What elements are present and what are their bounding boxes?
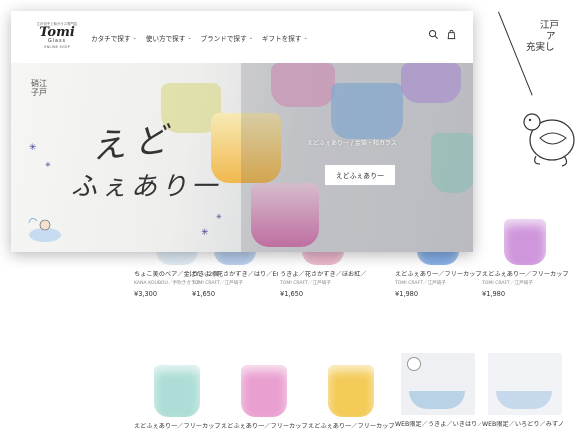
nav-label: カタチで探す (91, 35, 131, 43)
hero-calligraphy: えど ふぇあり一 (71, 113, 221, 203)
product-cup (504, 219, 546, 265)
hero-caption: えどふぇあり一 / 金箔・和ガラス (307, 140, 397, 147)
product-image[interactable] (395, 343, 481, 415)
logo-mark: Tomi (39, 25, 75, 40)
chevron-down-icon: ⌄ (187, 35, 192, 41)
nav-label: 使い方で探す (145, 35, 186, 43)
product-maker: TOMI CRAFT／江戸硝子 (395, 281, 446, 286)
main-nav: カタチで探す ⌄ 使い方で探す ⌄ ブランドで探す ⌄ ギフトを探す ⌄ (91, 33, 308, 43)
product-name[interactable]: WEB限定／いろどり／みずノ (482, 421, 568, 429)
chevron-down-icon: ⌄ (248, 35, 253, 41)
nav-item-brand[interactable]: ブランドで探す ⌄ (201, 33, 253, 43)
decorative-line (498, 11, 533, 96)
product-name[interactable]: うきよ／花さかずき／ほお紅／EG035-17 (280, 271, 366, 279)
hero-side-text: 硝江子戸 (31, 79, 47, 97)
product-card[interactable]: えどふぇあり一／フリーカップ (134, 345, 220, 431)
product-cup (328, 365, 374, 417)
nav-item-usage[interactable]: 使い方で探す ⌄ (146, 33, 192, 43)
product-name[interactable]: えどふぇあり一／フリーカップ (221, 423, 307, 431)
product-name[interactable]: うきよ／花さかずき／はり／EG035-04 (192, 271, 278, 279)
fairy-illustration (28, 217, 61, 242)
nav-label: ブランドで探す (200, 35, 247, 43)
logo-shop: ONLINE SHOP (43, 45, 71, 49)
background-heading: 江戸 ア 充実し (526, 20, 560, 53)
chevron-down-icon: ⌄ (132, 35, 137, 41)
product-cup (241, 365, 287, 417)
product-price: ¥1,980 (482, 290, 506, 298)
product-name[interactable]: WEB限定／うきよ／いきはり／ (395, 421, 481, 429)
product-card[interactable]: WEB限定／うきよ／いきはり／ (395, 343, 481, 429)
product-card[interactable]: えどふぇあり一／フリーカップ (308, 345, 394, 431)
nav-label: ギフトを探す (261, 35, 302, 43)
hero-overlay-shade (241, 63, 473, 252)
hero-brush-line1: えど (89, 119, 178, 168)
product-image[interactable] (482, 343, 568, 415)
cart-icon[interactable] (446, 29, 457, 40)
product-name[interactable]: えどふぇあり一／フリーカップ／てんて／EG034-19 (482, 271, 568, 279)
sparkle-icon: ✳ (216, 213, 222, 221)
sparkle-icon: ✳ (201, 228, 209, 238)
sparkle-icon: ✳ (29, 143, 37, 153)
product-price: ¥1,650 (280, 290, 304, 298)
product-card[interactable]: えどふぇあり一／フリーカップ／てんて／EG034-19 TOMI CRAFT／江… (482, 195, 568, 298)
product-card[interactable]: WEB限定／いろどり／みずノ (482, 343, 568, 429)
product-image[interactable] (134, 345, 220, 417)
bowl-shape (496, 391, 552, 409)
product-name[interactable]: えどふぇあり一／フリーカップ (308, 423, 394, 431)
product-price: ¥1,980 (395, 290, 419, 298)
product-image[interactable] (482, 195, 568, 265)
site-header: 江戸切子と和ガラス専門店 Tomi Glass ONLINE SHOP カタチで… (11, 11, 473, 63)
product-price: ¥1,650 (192, 290, 216, 298)
product-maker: TOMI CRAFT／江戸硝子 (192, 281, 243, 286)
chevron-down-icon: ⌄ (303, 35, 308, 41)
product-maker: TOMI CRAFT／江戸硝子 (482, 281, 533, 286)
product-cup (154, 365, 200, 417)
hero-banner[interactable]: 硝江子戸 えど ふぇあり一 ✳ ✳ ✳ ✳ えどふぇあり一 / 金箔・和ガラス … (11, 63, 473, 252)
hero-brush-line2: ふぇあり一 (71, 172, 222, 202)
site-logo[interactable]: 江戸切子と和ガラス専門店 Tomi Glass ONLINE SHOP (34, 21, 80, 55)
product-name[interactable]: えどふぇあり一／フリーカップ (134, 423, 220, 431)
product-name[interactable]: えどふぇあり一／フリーカップ／うみ色／EG034-15 (395, 271, 481, 279)
bowl-shape (409, 391, 465, 409)
nav-item-gift[interactable]: ギフトを探す ⌄ (262, 33, 308, 43)
product-card[interactable]: えどふぇあり一／フリーカップ (221, 345, 307, 431)
search-icon[interactable] (428, 29, 439, 40)
sparkle-icon: ✳ (45, 161, 51, 169)
gift-set-image (401, 353, 475, 415)
product-maker: TOMI CRAFT／江戸硝子 (280, 281, 331, 286)
gift-set-image (488, 353, 562, 415)
hero-cta-button[interactable]: えどふぇあり一 (325, 165, 395, 185)
product-image[interactable] (221, 345, 307, 417)
site-screenshot-overlay: 江戸切子と和ガラス専門店 Tomi Glass ONLINE SHOP カタチで… (11, 11, 473, 252)
turtle-illustration (523, 113, 575, 167)
nav-item-shape[interactable]: カタチで探す ⌄ (91, 33, 137, 43)
product-image[interactable] (308, 345, 394, 417)
web-limited-badge (407, 357, 421, 371)
